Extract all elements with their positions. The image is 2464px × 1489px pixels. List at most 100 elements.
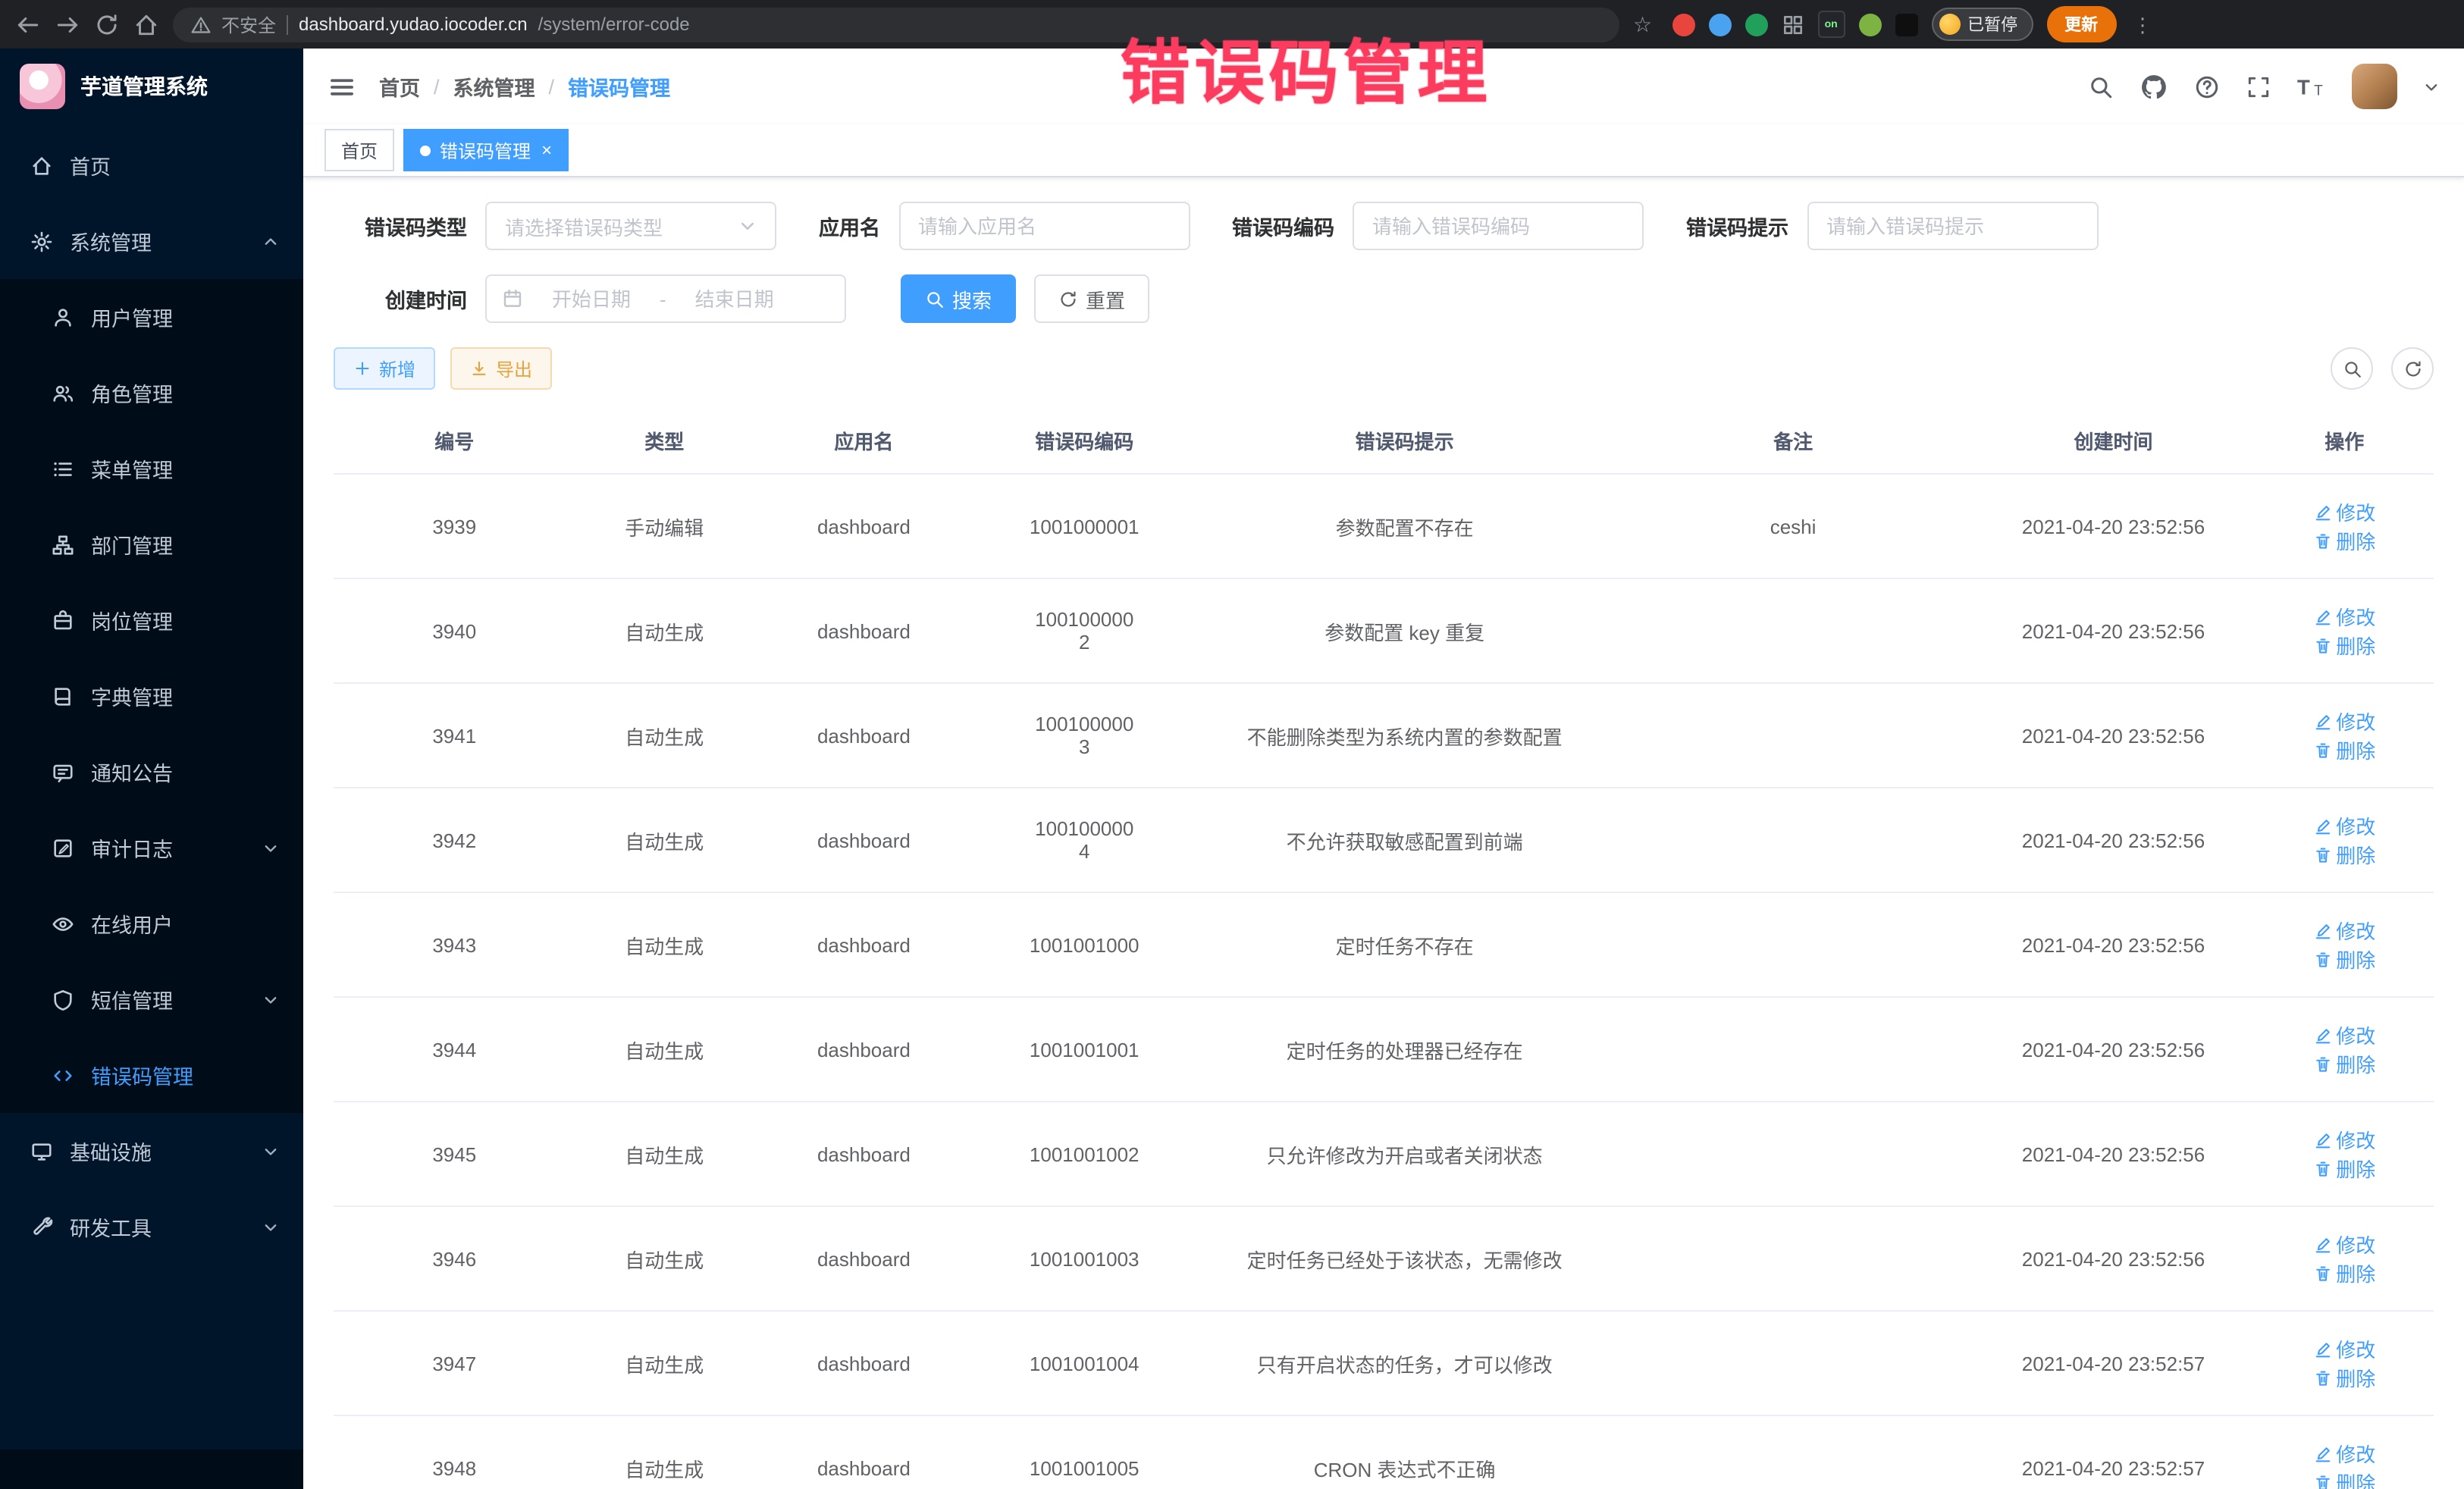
end-date-input[interactable] (674, 286, 795, 312)
delete-link[interactable]: 删除 (2313, 526, 2375, 555)
sidebar-item[interactable]: 在线用户 (0, 886, 303, 961)
filter-type-select[interactable]: 请选择错误码类型 (485, 202, 776, 250)
start-date-input[interactable] (531, 286, 652, 312)
edit-link[interactable]: 修改 (2313, 707, 2375, 735)
annotation-overlay: 错误码管理 (1121, 18, 1492, 118)
breadcrumb-item[interactable]: 首页 (379, 71, 420, 102)
sidebar-item[interactable]: 首页 (0, 127, 303, 203)
sidebar-item[interactable]: 审计日志 (0, 810, 303, 886)
edit-link[interactable]: 修改 (2313, 1230, 2375, 1259)
cell-actions: 修改 删除 (2255, 1311, 2434, 1415)
edit-link[interactable]: 修改 (2313, 1334, 2375, 1363)
cell-create-time: 2021-04-20 23:52:57 (1972, 1415, 2256, 1489)
browser-update-button[interactable]: 更新 (2046, 6, 2116, 42)
edit-link[interactable]: 修改 (2313, 1125, 2375, 1154)
sidebar-item[interactable]: 错误码管理 (0, 1037, 303, 1113)
add-button[interactable]: 新增 (334, 347, 435, 390)
user-avatar[interactable] (2352, 64, 2397, 109)
browser-back-button[interactable] (15, 11, 41, 37)
sidebar-item[interactable]: 短信管理 (0, 961, 303, 1037)
tab[interactable]: 错误码管理 × (403, 129, 569, 171)
cell-actions: 修改 删除 (2255, 1102, 2434, 1206)
sidebar-item[interactable]: 基础设施 (0, 1113, 303, 1189)
sidebar-item[interactable]: 研发工具 (0, 1189, 303, 1265)
security-label: 不安全 (221, 11, 276, 37)
table-row: 3947 自动生成 dashboard 1001001004 只有开启状态的任务… (334, 1311, 2434, 1415)
security-warning-icon[interactable] (191, 14, 211, 34)
extension-icon[interactable] (1745, 13, 1767, 36)
sidebar-item[interactable]: 通知公告 (0, 734, 303, 810)
extension-icon[interactable] (1858, 13, 1881, 36)
tab[interactable]: 首页 (324, 129, 394, 171)
delete-link[interactable]: 删除 (2313, 1049, 2375, 1078)
table-row: 3948 自动生成 dashboard 1001001005 CRON 表达式不… (334, 1415, 2434, 1489)
delete-link[interactable]: 删除 (2313, 1259, 2375, 1287)
delete-link[interactable]: 删除 (2313, 840, 2375, 869)
edit-link[interactable]: 修改 (2313, 602, 2375, 631)
filter-msg-input[interactable] (1807, 202, 2098, 250)
filter-app-input[interactable] (898, 202, 1190, 250)
search-button[interactable]: 搜索 (901, 274, 1016, 323)
extension-icon[interactable] (1672, 13, 1694, 36)
reset-button[interactable]: 重置 (1034, 274, 1149, 323)
profile-paused-badge[interactable]: 已暂停 (1931, 8, 2033, 41)
browser-menu-icon[interactable]: ⋮ (2130, 14, 2155, 34)
delete-link[interactable]: 删除 (2313, 1468, 2375, 1489)
edit-icon (2313, 921, 2331, 939)
delete-link[interactable]: 删除 (2313, 735, 2375, 764)
toggle-search-button[interactable] (2331, 347, 2373, 390)
sidebar-item-label: 角色管理 (91, 378, 173, 408)
avatar-caret-icon[interactable] (2423, 78, 2440, 95)
font-size-icon[interactable]: TT (2297, 72, 2326, 101)
sidebar-item[interactable]: 系统管理 (0, 203, 303, 279)
delete-link-label: 删除 (2336, 840, 2375, 869)
header-search-icon[interactable] (2088, 74, 2114, 99)
menu-icon (52, 988, 74, 1011)
edit-link[interactable]: 修改 (2313, 916, 2375, 945)
fullscreen-icon[interactable] (2246, 74, 2271, 99)
sidebar-item[interactable]: 菜单管理 (0, 431, 303, 506)
delete-link[interactable]: 删除 (2313, 945, 2375, 973)
sidebar-item[interactable]: 部门管理 (0, 506, 303, 582)
edit-link[interactable]: 修改 (2313, 811, 2375, 840)
delete-link[interactable]: 删除 (2313, 1363, 2375, 1392)
refresh-table-button[interactable] (2391, 347, 2434, 390)
sidebar-item[interactable]: 字典管理 (0, 658, 303, 734)
breadcrumb-item[interactable]: 系统管理 (453, 71, 535, 102)
github-icon[interactable] (2140, 72, 2168, 101)
edit-link[interactable]: 修改 (2313, 1020, 2375, 1049)
sidebar-collapse-bar[interactable] (0, 1450, 303, 1489)
cell-id: 3942 (334, 788, 575, 892)
bookmark-star-icon[interactable]: ☆ (1633, 14, 1652, 35)
extension-icon[interactable] (1708, 13, 1731, 36)
filter-daterange[interactable]: - (485, 274, 846, 323)
sidebar-item[interactable]: 用户管理 (0, 279, 303, 355)
edit-icon (2313, 503, 2331, 521)
tab-close-icon[interactable]: × (541, 141, 552, 159)
sidebar-item[interactable]: 岗位管理 (0, 582, 303, 658)
browser-home-button[interactable] (133, 11, 159, 37)
profile-avatar-emoji (1939, 14, 1960, 35)
delete-link[interactable]: 删除 (2313, 1154, 2375, 1183)
sidebar-toggle-button[interactable] (328, 72, 356, 101)
cell-type: 自动生成 (575, 578, 754, 683)
extension-icon[interactable]: on (1817, 11, 1845, 38)
error-code-table: 编号类型应用名错误码编码错误码提示备注创建时间操作 3939 手动编辑 dash… (334, 408, 2434, 1489)
sidebar-item[interactable]: 角色管理 (0, 355, 303, 431)
cell-actions: 修改 删除 (2255, 1206, 2434, 1311)
edit-link[interactable]: 修改 (2313, 1439, 2375, 1468)
delete-icon (2313, 1264, 2331, 1282)
browser-reload-button[interactable] (94, 11, 120, 37)
app-logo[interactable]: 芋道管理系统 (0, 49, 303, 124)
edit-link[interactable]: 修改 (2313, 497, 2375, 526)
filter-code-input[interactable] (1353, 202, 1644, 250)
extension-icon[interactable] (1895, 13, 1917, 36)
cell-id: 3944 (334, 997, 575, 1102)
table-row: 3942 自动生成 dashboard 100100000 4 不允许获取敏感配… (334, 788, 2434, 892)
export-button[interactable]: 导出 (450, 347, 552, 390)
help-icon[interactable] (2194, 74, 2220, 99)
browser-forward-button[interactable] (55, 11, 80, 37)
delete-link[interactable]: 删除 (2313, 631, 2375, 660)
breadcrumb-item[interactable]: 错误码管理 (568, 71, 670, 102)
extensions-menu-icon[interactable] (1781, 13, 1804, 36)
